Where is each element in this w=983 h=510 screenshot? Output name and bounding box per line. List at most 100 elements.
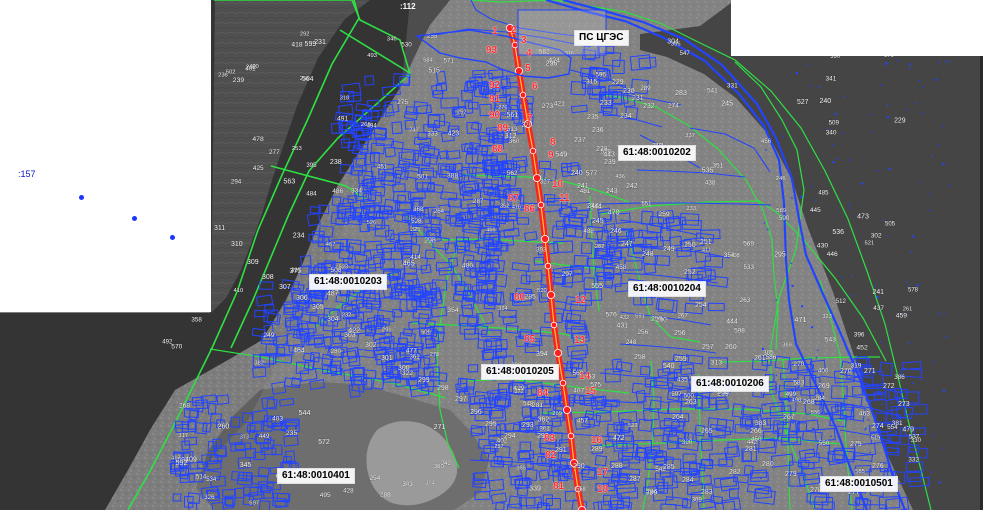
blue-dot — [791, 284, 794, 288]
cadastral-label-0010204: 61:48:0010204 — [628, 281, 706, 297]
cadastral-number: 259 — [675, 356, 687, 363]
dense-number: 269 — [552, 411, 562, 417]
blue-dot — [809, 185, 812, 188]
dense-number: 396 — [854, 332, 865, 339]
cadastral-number: 279 — [785, 471, 797, 478]
cadastral-number: 240 — [571, 170, 583, 177]
route-node — [505, 23, 514, 32]
dense-number: 282 — [595, 244, 605, 250]
dense-number: 245 — [721, 98, 733, 107]
blue-dot — [811, 326, 814, 329]
blue-dot — [869, 451, 871, 454]
cadastral-number: 287 — [629, 476, 641, 483]
blue-dot — [872, 131, 874, 134]
route-node — [563, 405, 572, 414]
blue-dot — [843, 96, 846, 99]
dense-number: 270 — [793, 361, 804, 368]
dense-number: 457 — [577, 417, 588, 424]
blue-dot — [764, 404, 766, 407]
dense-number: 246 — [776, 176, 787, 182]
cadastral-number: 291 — [555, 447, 567, 454]
dense-number: 430 — [817, 243, 829, 250]
cadastral-number: 305 — [312, 304, 324, 311]
dense-number: 528 — [411, 218, 422, 225]
blue-dot — [841, 276, 843, 279]
cadastral-number: 302 — [365, 342, 377, 349]
dense-number: 382 — [254, 361, 264, 367]
dense-number: 471 — [795, 316, 807, 324]
dense-number: 277 — [269, 149, 280, 156]
blue-dot — [912, 235, 915, 238]
dense-number: 403 — [272, 416, 283, 423]
dense-number: 583 — [793, 380, 804, 387]
cadastral-number: 282 — [729, 469, 741, 476]
dense-number: 264 — [434, 208, 445, 215]
dense-number: 591 — [635, 314, 645, 320]
dense-number: 303 — [402, 481, 413, 488]
blue-dot — [912, 382, 914, 385]
blue-dot — [775, 299, 778, 301]
cadastral-number: 272 — [883, 383, 895, 390]
dense-number: 234 — [293, 232, 305, 239]
blue-dot — [809, 85, 812, 87]
cadastral-number: 307 — [279, 284, 291, 291]
dense-number: 541 — [707, 88, 718, 95]
dense-number: 487 — [327, 291, 339, 298]
dense-number: 241 — [873, 289, 885, 296]
blue-dot — [933, 360, 935, 363]
dense-number: 263 — [740, 297, 751, 304]
dense-number: 502 — [226, 69, 236, 75]
cadastral-number: 293 — [522, 422, 534, 429]
cadastral-map: 229 230 231 232 233 234 235 236 237 238 239 240 241 2… — [0, 0, 983, 510]
dense-number: 315 — [586, 79, 598, 86]
dense-number: 374 — [425, 481, 434, 487]
route-node — [511, 41, 519, 49]
dense-number: 522 — [628, 423, 638, 429]
dense-number: 561 — [506, 111, 518, 119]
blue-dot — [942, 389, 946, 392]
route-node — [541, 234, 550, 243]
cadastral-number: 267 — [783, 414, 795, 421]
dense-number: 578 — [908, 287, 919, 293]
dense-number: 452 — [856, 345, 868, 352]
blue-dot — [836, 158, 838, 160]
dense-number: 313 — [711, 360, 723, 367]
cadastral-number: 295 — [485, 421, 497, 428]
dense-number: 331 — [727, 83, 738, 90]
dense-number: 568 — [573, 370, 584, 377]
dense-number: 481 — [580, 188, 591, 195]
dense-number: 394 — [536, 351, 548, 358]
blue-dot — [942, 162, 945, 165]
dense-number: 498 — [791, 397, 802, 403]
blue-dot — [851, 275, 853, 277]
dense-number: 248 — [626, 339, 637, 346]
cadastral-label-0010401: 61:48:0010401 — [277, 468, 355, 484]
cadastral-number: 248 — [642, 251, 654, 258]
dense-number: 261 — [903, 307, 913, 313]
blue-dot — [921, 86, 924, 89]
cadastral-number: 283 — [701, 489, 713, 496]
cadastral-number: 271 — [864, 368, 876, 375]
dense-number: 505 — [885, 222, 896, 228]
cadastral-number: 235 — [587, 114, 599, 121]
blue-dot — [765, 149, 767, 151]
blue-dot — [869, 401, 871, 404]
blue-dot — [909, 64, 912, 66]
route-node — [554, 348, 563, 357]
blue-dot — [921, 378, 923, 381]
dense-number: 451 — [377, 165, 388, 171]
dense-number: 472 — [613, 435, 625, 442]
dense-number: 555 — [591, 282, 603, 290]
cadastral-label-0010203: 61:48:0010203 — [309, 274, 387, 290]
dense-number: 268 — [179, 402, 190, 409]
dense-number: 436 — [615, 174, 625, 180]
cadastral-number: 281 — [745, 446, 757, 453]
blue-dot — [815, 356, 818, 359]
cadastral-number: 247 — [621, 241, 633, 248]
route-node — [519, 91, 527, 99]
blue-dot — [767, 228, 769, 231]
dense-number: 386 — [894, 374, 905, 381]
dense-number: 354 — [447, 307, 459, 314]
dense-number: 466 — [486, 228, 496, 234]
blue-dot — [789, 307, 792, 309]
